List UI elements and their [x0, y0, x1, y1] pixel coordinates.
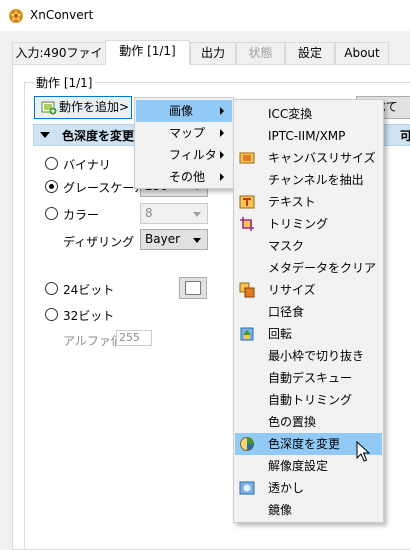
submenu-item-resize[interactable]: リサイズ [235, 279, 382, 301]
submenu-item-extract-channel[interactable]: チャンネルを抽出 [235, 169, 382, 191]
label-alpha: アルファ値 [63, 334, 123, 348]
label-binary: バイナリ [63, 158, 111, 172]
section-right-label: 可 [400, 129, 410, 143]
submenu-arrow-icon [220, 129, 224, 137]
text-icon [239, 195, 255, 209]
submenu-item-rotate[interactable]: 回転 [235, 323, 382, 345]
submenu-item-crop[interactable]: トリミング [235, 213, 382, 235]
add-action-label: 動作を追加> [59, 100, 130, 114]
radio-color[interactable] [45, 207, 58, 220]
tab-output[interactable]: 出力 [190, 42, 236, 64]
xnconvert-logo-icon [9, 9, 23, 23]
crop-icon [240, 217, 254, 231]
background-color-picker[interactable] [179, 277, 207, 299]
submenu-item-watermark[interactable]: 透かし [235, 477, 382, 499]
radio-32bit[interactable] [45, 308, 58, 321]
tab-actions[interactable]: 動作 [1/1] [105, 40, 190, 65]
window-title: XnConvert [30, 8, 94, 22]
watermark-icon [239, 481, 255, 495]
chevron-down-icon [193, 238, 201, 243]
tab-input[interactable]: 入力:490ファイル [12, 42, 106, 80]
group-label: 動作 [1/1] [34, 74, 95, 91]
submenu-arrow-icon [220, 173, 224, 181]
resize-icon [239, 282, 255, 298]
submenu-item-iptc-xmp[interactable]: IPTC-IIM/XMP [235, 125, 382, 147]
alpha-value-input[interactable]: 255 [116, 330, 152, 346]
submenu-item-canvas-resize[interactable]: キャンバスリサイズ [235, 147, 382, 169]
section-title: 色深度を変更 [62, 129, 135, 143]
menu-item-other[interactable]: その他 [136, 166, 232, 188]
submenu-item-replace-color[interactable]: 色の置換 [235, 411, 382, 433]
label-32bit: 32ビット [63, 309, 115, 323]
submenu-item-mirror[interactable]: 鏡像 [235, 499, 382, 521]
menu-item-filter[interactable]: フィルタ [136, 144, 232, 166]
collapse-arrow-icon[interactable] [40, 132, 50, 138]
chevron-down-icon [193, 212, 201, 217]
add-action-button[interactable]: 動作を追加> [34, 96, 132, 119]
dithering-select[interactable]: Bayer [140, 229, 208, 250]
tab-about[interactable]: About [335, 42, 389, 64]
submenu-item-auto-deskew[interactable]: 自動デスキュー [235, 367, 382, 389]
radio-24bit[interactable] [45, 282, 58, 295]
label-color: カラー [63, 208, 100, 222]
submenu-item-mask[interactable]: マスク [235, 235, 382, 257]
tab-status[interactable]: 状態 [236, 42, 285, 64]
mouse-cursor-icon [356, 441, 371, 462]
color-depth-icon [240, 437, 254, 451]
menu-item-image[interactable]: 画像 [136, 100, 232, 122]
color-bits-select[interactable]: 8 [140, 203, 208, 224]
label-dithering: ディザリング [63, 235, 135, 249]
menu-item-map[interactable]: マップ [136, 122, 232, 144]
submenu-arrow-icon [220, 151, 224, 159]
label-24bit: 24ビット [63, 283, 115, 297]
tab-settings[interactable]: 設定 [285, 42, 335, 64]
radio-binary[interactable] [45, 157, 58, 170]
submenu-item-clear-metadata[interactable]: メタデータをクリア [235, 257, 382, 279]
submenu-item-vignette[interactable]: 口径食 [235, 301, 382, 323]
submenu-item-auto-crop[interactable]: 自動トリミング [235, 389, 382, 411]
radio-grayscale[interactable] [45, 180, 58, 193]
canvas-resize-icon [239, 152, 255, 164]
submenu-item-icc-convert[interactable]: ICC変換 [235, 103, 382, 125]
submenu-arrow-icon [220, 107, 224, 115]
group-border-left [24, 82, 25, 550]
color-swatch [185, 281, 201, 295]
rotate-icon [240, 327, 254, 341]
submenu-item-text[interactable]: テキスト [235, 191, 382, 213]
submenu-item-min-crop[interactable]: 最小枠で切り抜き [235, 345, 382, 367]
category-menu: 画像 マップ フィルタ その他 [134, 97, 234, 189]
add-action-icon [41, 101, 57, 115]
